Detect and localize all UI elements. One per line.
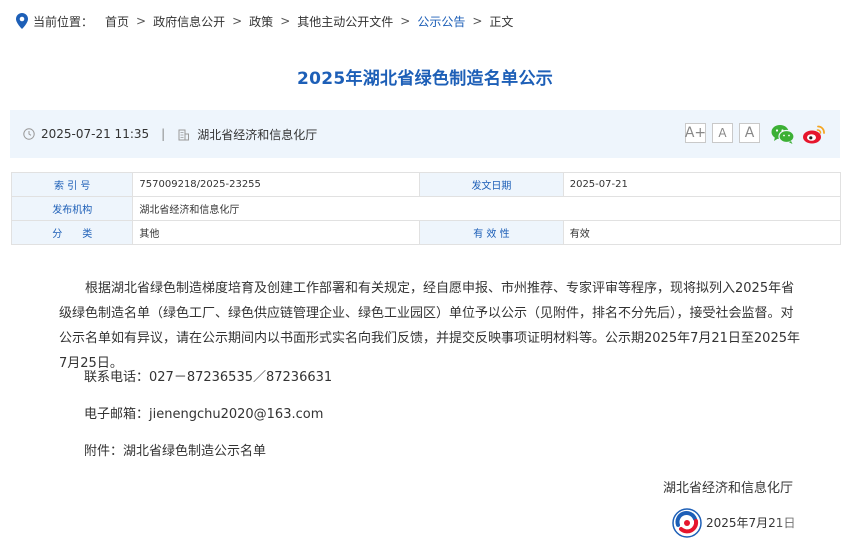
clock-icon: [23, 128, 35, 140]
table-row: 发布机构 湖北省经济和信息化厅: [10, 196, 841, 221]
index-value: 757009218/2025-23255: [132, 172, 421, 197]
document-metadata-table: 索 引 号 757009218/2025-23255 发文日期 2025-07-…: [10, 172, 842, 245]
body-paragraph: 根据湖北省绿色制造梯度培育及创建工作部署和有关规定，经自愿申报、市州推荐、专家评…: [59, 281, 800, 371]
category-label: 分 类: [10, 220, 134, 245]
fade-overlay: [770, 505, 840, 540]
category-value: 其他: [132, 220, 421, 245]
org-label: 发布机构: [10, 196, 134, 221]
breadcrumb-separator: >: [280, 14, 291, 28]
info-divider: |: [161, 127, 166, 141]
gov-logo-icon: [672, 508, 702, 538]
breadcrumb-policy[interactable]: 政策: [249, 13, 273, 30]
validity-label: 有 效 性: [419, 220, 564, 245]
location-pin-icon: [16, 13, 28, 29]
contact-email: 电子邮箱：jienengchu2020@163.com: [84, 407, 324, 422]
breadcrumb: 当前位置： 首页 > 政府信息公开 > 政策 > 其他主动公开文件 > 公示公告…: [16, 12, 513, 30]
breadcrumb-separator: >: [136, 14, 147, 28]
article-info-bar: 2025-07-21 11:35 | 湖北省经济和信息化厅 A+ A A: [10, 110, 840, 158]
font-large-button[interactable]: A: [739, 123, 760, 143]
weibo-icon[interactable]: [802, 123, 826, 145]
table-row: 分 类 其他 有 效 性 有效: [10, 220, 842, 245]
date-label: 发文日期: [419, 172, 564, 197]
font-increase-button[interactable]: A+: [685, 123, 706, 143]
font-reset-button[interactable]: A: [712, 123, 733, 143]
breadcrumb-home[interactable]: 首页: [105, 13, 129, 30]
index-label: 索 引 号: [10, 172, 134, 197]
validity-value: 有效: [562, 220, 842, 245]
page-title: 2025年湖北省绿色制造名单公示: [296, 69, 554, 89]
org-value: 湖北省经济和信息化厅: [132, 196, 841, 221]
breadcrumb-gov-info[interactable]: 政府信息公开: [153, 13, 225, 30]
breadcrumb-announcements[interactable]: 公示公告: [417, 13, 465, 30]
breadcrumb-current: 正文: [489, 14, 514, 29]
attachment-link[interactable]: 附件：湖北省绿色制造公示名单: [84, 440, 266, 459]
article-body: 根据湖北省绿色制造梯度培育及创建工作部署和有关规定，经自愿申报、市州推荐、专家评…: [59, 276, 801, 376]
breadcrumb-separator: >: [400, 14, 411, 28]
wechat-icon[interactable]: [771, 123, 795, 145]
publish-datetime: 2025-07-21 11:35: [41, 127, 150, 141]
building-icon: [178, 129, 190, 140]
breadcrumb-separator: >: [472, 14, 483, 28]
breadcrumb-separator: >: [232, 14, 243, 28]
font-size-controls: A+ A A: [685, 123, 760, 143]
table-row: 索 引 号 757009218/2025-23255 发文日期 2025-07-…: [10, 172, 842, 197]
publish-source: 湖北省经济和信息化厅: [197, 127, 318, 142]
signature-org: 湖北省经济和信息化厅: [662, 481, 793, 496]
date-value: 2025-07-21: [562, 172, 842, 197]
contact-phone: 联系电话：027－87236535／87236631: [84, 370, 333, 385]
breadcrumb-prefix: 当前位置：: [33, 14, 94, 29]
breadcrumb-other-files[interactable]: 其他主动公开文件: [297, 13, 393, 30]
